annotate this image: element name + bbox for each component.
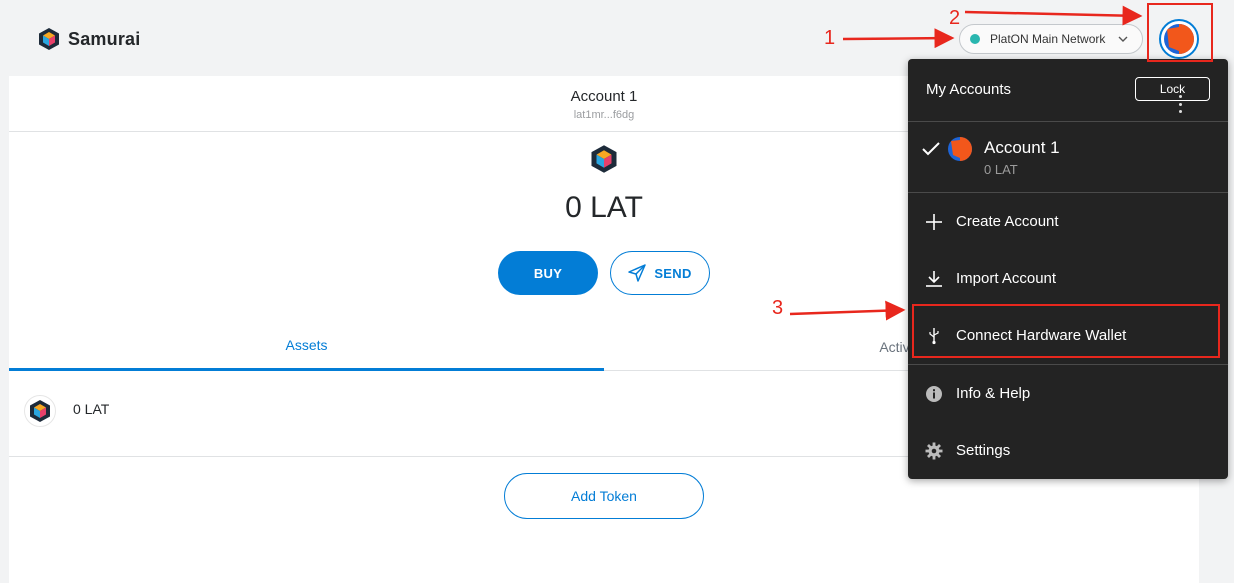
plus-icon — [925, 213, 943, 231]
send-button[interactable]: SEND — [610, 251, 710, 295]
token-logo-icon — [591, 145, 617, 173]
network-selector[interactable]: PlatON Main Network — [959, 24, 1143, 54]
annotation-number-1: 1 — [824, 27, 836, 49]
buy-button[interactable]: BUY — [498, 251, 598, 295]
menu-account-balance: 0 LAT — [984, 162, 1018, 177]
menu-item-settings[interactable]: Settings — [908, 422, 1228, 479]
account-menu: My Accounts Lock Account 1 0 LAT Create … — [908, 59, 1228, 479]
samurai-logo-icon — [39, 28, 59, 50]
network-status-dot — [970, 34, 980, 44]
annotation-highlight-hardware-wallet — [912, 304, 1220, 358]
buy-button-label: BUY — [533, 265, 563, 281]
app-name: Samurai — [68, 28, 141, 49]
menu-item-info-help[interactable]: Info & Help — [908, 365, 1228, 422]
check-icon — [922, 142, 940, 156]
more-options-icon[interactable] — [1177, 95, 1183, 113]
token-logo-icon — [24, 395, 56, 427]
menu-item-label: Info & Help — [956, 385, 1031, 402]
lock-button-label: Lock — [1159, 82, 1186, 96]
menu-item-label: Settings — [956, 442, 1011, 459]
tab-assets[interactable]: Assets — [9, 322, 604, 371]
menu-account-name: Account 1 — [984, 138, 1060, 157]
account-list-item[interactable]: Account 1 0 LAT — [908, 122, 1228, 192]
app-logo[interactable]: Samurai — [37, 27, 140, 51]
menu-item-import-account[interactable]: Import Account — [908, 250, 1228, 307]
network-label: PlatON Main Network — [990, 32, 1106, 46]
send-button-label: SEND — [654, 265, 692, 281]
add-token-label: Add Token — [571, 488, 637, 504]
menu-title: My Accounts — [926, 81, 1012, 98]
annotation-number-3: 3 — [772, 297, 784, 319]
menu-item-create-account[interactable]: Create Account — [908, 193, 1228, 250]
menu-item-label: Create Account — [956, 213, 1059, 230]
annotation-highlight-avatar — [1147, 3, 1213, 62]
lock-button[interactable]: Lock — [1135, 77, 1210, 101]
chevron-down-icon — [1118, 36, 1128, 42]
gear-icon — [925, 442, 943, 460]
info-icon — [925, 385, 943, 403]
add-token-button[interactable]: Add Token — [504, 473, 704, 519]
annotation-number-2: 2 — [949, 7, 961, 29]
send-icon — [628, 264, 647, 282]
avatar — [948, 137, 972, 161]
menu-item-label: Import Account — [956, 270, 1057, 287]
download-icon — [925, 270, 943, 288]
asset-balance: 0 LAT — [73, 401, 110, 417]
